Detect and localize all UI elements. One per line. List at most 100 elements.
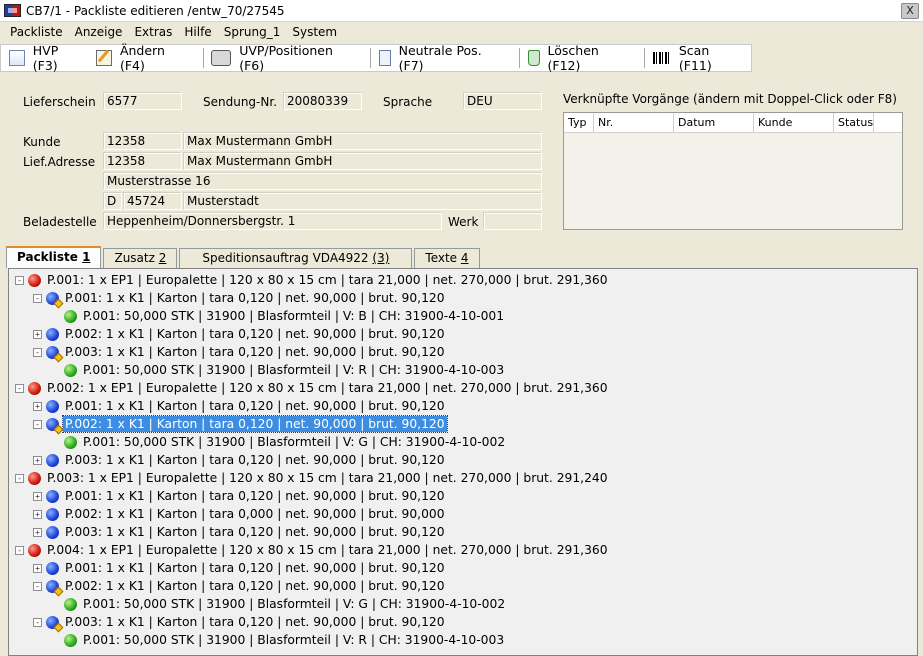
tree-row[interactable]: + P.002: 1 x K1 | Karton | tara 0,000 | n… (33, 505, 447, 523)
tree-row-label[interactable]: P.002: 1 x K1 | Karton | tara 0,000 | ne… (63, 506, 447, 522)
collapse-toggle-icon[interactable]: - (33, 617, 42, 627)
tree-row-label[interactable]: P.001: 1 x K1 | Karton | tara 0,120 | ne… (63, 290, 447, 306)
tree-row[interactable]: + P.003: 1 x K1 | Karton | tara 0,120 | n… (33, 523, 447, 541)
menu-extras[interactable]: Extras (128, 25, 178, 39)
edit-icon (96, 50, 112, 66)
toolbar: HVP (F3) Ändern (F4) UVP/Positionen (F6)… (0, 43, 752, 73)
tree-row[interactable]: - P.001: 1 x EP1 | Europalette | 120 x 80… (15, 271, 610, 289)
tab-texte[interactable]: Texte 4 (414, 248, 480, 268)
tree-row[interactable]: - P.004: 1 x EP1 | Europalette | 120 x 80… (15, 541, 610, 559)
sprache-field[interactable]: DEU (463, 92, 542, 110)
tree-row[interactable]: + P.001: 1 x K1 | Karton | tara 0,120 | n… (33, 559, 447, 577)
expand-toggle-icon[interactable]: + (33, 563, 42, 573)
tree-row[interactable]: - P.002: 1 x EP1 | Europalette | 120 x 80… (15, 379, 610, 397)
tree-row[interactable]: P.001: 50,000 STK | 31900 | Blasformteil… (51, 433, 507, 451)
tree-row-label[interactable]: P.003: 1 x K1 | Karton | tara 0,120 | ne… (63, 344, 447, 360)
tree-row[interactable]: + P.002: 1 x K1 | Karton | tara 0,120 | n… (33, 325, 447, 343)
tree-row[interactable]: - P.002: 1 x K1 | Karton | tara 0,120 | n… (33, 415, 448, 434)
tree-row-label[interactable]: P.004: 1 x EP1 | Europalette | 120 x 80 … (45, 542, 610, 558)
ort-field[interactable]: Musterstadt (183, 192, 542, 210)
sendung-field[interactable]: 20080339 (283, 92, 362, 110)
window-close-button[interactable]: X (901, 3, 919, 19)
tree-row[interactable]: - P.003: 1 x K1 | Karton | tara 0,120 | n… (33, 613, 447, 632)
loeschen-button[interactable]: Löschen (F12) (524, 43, 639, 73)
expand-toggle-icon[interactable]: + (33, 509, 42, 519)
column-header-typ[interactable]: Typ (564, 113, 594, 132)
menu-hilfe[interactable]: Hilfe (178, 25, 217, 39)
hvp-button[interactable]: HVP (F3) (5, 43, 90, 73)
tree-row[interactable]: P.001: 50,000 STK | 31900 | Blasformteil… (51, 361, 506, 379)
tree-row-label[interactable]: P.002: 1 x EP1 | Europalette | 120 x 80 … (45, 380, 610, 396)
menu-system[interactable]: System (286, 25, 343, 39)
tree-row-label[interactable]: P.003: 1 x K1 | Karton | tara 0,120 | ne… (63, 524, 447, 540)
menu-packliste[interactable]: Packliste (4, 25, 69, 39)
tab-packliste[interactable]: Packliste 1 (6, 246, 102, 268)
tree-row-label[interactable]: P.001: 1 x K1 | Karton | tara 0,120 | ne… (63, 560, 447, 576)
tree-row[interactable]: P.001: 50,000 STK | 31900 | Blasformteil… (51, 631, 506, 649)
tree-row-label[interactable]: P.001: 50,000 STK | 31900 | Blasformteil… (81, 362, 506, 378)
tree-row[interactable]: + P.001: 1 x K1 | Karton | tara 0,120 | n… (33, 397, 447, 415)
collapse-toggle-icon[interactable]: - (15, 473, 24, 483)
tree-row-label[interactable]: P.002: 1 x K1 | Karton | tara 0,120 | ne… (63, 326, 447, 342)
tree-row-label[interactable]: P.003: 1 x EP1 | Europalette | 120 x 80 … (45, 470, 610, 486)
expand-toggle-icon[interactable]: + (33, 329, 42, 339)
tree-row-label[interactable]: P.003: 1 x K1 | Karton | tara 0,120 | ne… (63, 452, 447, 468)
tree-row-label[interactable]: P.002: 1 x K1 | Karton | tara 0,120 | ne… (63, 578, 447, 594)
lief-name-field[interactable]: Max Mustermann GmbH (183, 152, 542, 170)
tree-row[interactable]: + P.001: 1 x K1 | Karton | tara 0,120 | n… (33, 487, 447, 505)
collapse-toggle-icon[interactable]: - (15, 383, 24, 393)
column-header-nr[interactable]: Nr. (594, 113, 674, 132)
tree-row-label[interactable]: P.001: 50,000 STK | 31900 | Blasformteil… (81, 596, 507, 612)
plz-field[interactable]: 45724 (123, 192, 182, 210)
tree-row[interactable]: - P.003: 1 x K1 | Karton | tara 0,120 | n… (33, 343, 447, 362)
collapse-toggle-icon[interactable]: - (33, 293, 42, 303)
beladestelle-label: Beladestelle (23, 215, 97, 229)
neutrale-pos-button[interactable]: Neutrale Pos. (F7) (375, 43, 513, 73)
tree-row-label[interactable]: P.001: 1 x EP1 | Europalette | 120 x 80 … (45, 272, 610, 288)
tree-row[interactable]: - P.002: 1 x K1 | Karton | tara 0,120 | n… (33, 577, 447, 596)
item-ball-icon (64, 435, 77, 449)
tree-row-label[interactable]: P.002: 1 x K1 | Karton | tara 0,120 | ne… (62, 415, 448, 433)
uvp-positionen-button[interactable]: UVP/Positionen (F6) (207, 43, 363, 73)
tree-row-label[interactable]: P.003: 1 x K1 | Karton | tara 0,120 | ne… (63, 614, 447, 630)
tree-row[interactable]: P.001: 50,000 STK | 31900 | Blasformteil… (51, 595, 507, 613)
strasse-field[interactable]: Musterstrasse 16 (103, 172, 542, 190)
kunde-name-field[interactable]: Max Mustermann GmbH (183, 132, 542, 150)
land-field[interactable]: D (103, 192, 122, 210)
expand-toggle-icon[interactable]: + (33, 491, 42, 501)
expand-toggle-icon[interactable]: + (33, 401, 42, 411)
kunde-nr-field[interactable]: 12358 (103, 132, 182, 150)
collapse-toggle-icon[interactable]: - (15, 545, 24, 555)
werk-field[interactable] (483, 212, 542, 230)
expand-toggle-icon[interactable]: + (33, 527, 42, 537)
tree-row[interactable]: - P.001: 1 x K1 | Karton | tara 0,120 | n… (33, 289, 447, 308)
menu-sprung[interactable]: Sprung_1 (218, 25, 287, 39)
aendern-button[interactable]: Ändern (F4) (92, 43, 196, 73)
collapse-toggle-icon[interactable]: - (15, 275, 24, 285)
tree-row[interactable]: + P.003: 1 x K1 | Karton | tara 0,120 | n… (33, 451, 447, 469)
lief-nr-field[interactable]: 12358 (103, 152, 182, 170)
tree-row-label[interactable]: P.001: 50,000 STK | 31900 | Blasformteil… (81, 434, 507, 450)
tree-row-label[interactable]: P.001: 50,000 STK | 31900 | Blasformteil… (81, 308, 506, 324)
tab-zusatz[interactable]: Zusatz 2 (103, 248, 178, 268)
column-header-datum[interactable]: Datum (674, 113, 754, 132)
vorgaenge-grid[interactable]: Typ Nr. Datum Kunde Status (563, 112, 903, 230)
column-header-status[interactable]: Status (834, 113, 874, 132)
collapse-toggle-icon[interactable]: - (33, 419, 42, 429)
expand-toggle-icon[interactable]: + (33, 455, 42, 465)
column-header-kunde[interactable]: Kunde (754, 113, 834, 132)
beladestelle-field[interactable]: Heppenheim/Donnersbergstr. 1 (103, 212, 442, 230)
collapse-toggle-icon[interactable]: - (33, 581, 42, 591)
packliste-tree[interactable]: - P.001: 1 x EP1 | Europalette | 120 x 80… (8, 268, 918, 656)
scan-button[interactable]: Scan (F11) (649, 43, 749, 73)
tree-row-label[interactable]: P.001: 1 x K1 | Karton | tara 0,120 | ne… (63, 398, 447, 414)
tree-row[interactable]: P.001: 50,000 STK | 31900 | Blasformteil… (51, 307, 506, 325)
tab-speditionsauftrag[interactable]: Speditionsauftrag VDA4922 (3) (179, 248, 413, 268)
tab-texte-key: 4 (460, 251, 469, 265)
menu-anzeige[interactable]: Anzeige (69, 25, 129, 39)
collapse-toggle-icon[interactable]: - (33, 347, 42, 357)
tree-row[interactable]: - P.003: 1 x EP1 | Europalette | 120 x 80… (15, 469, 610, 487)
tree-row-label[interactable]: P.001: 50,000 STK | 31900 | Blasformteil… (81, 632, 506, 648)
lieferschein-field[interactable]: 6577 (103, 92, 182, 110)
tree-row-label[interactable]: P.001: 1 x K1 | Karton | tara 0,120 | ne… (63, 488, 447, 504)
